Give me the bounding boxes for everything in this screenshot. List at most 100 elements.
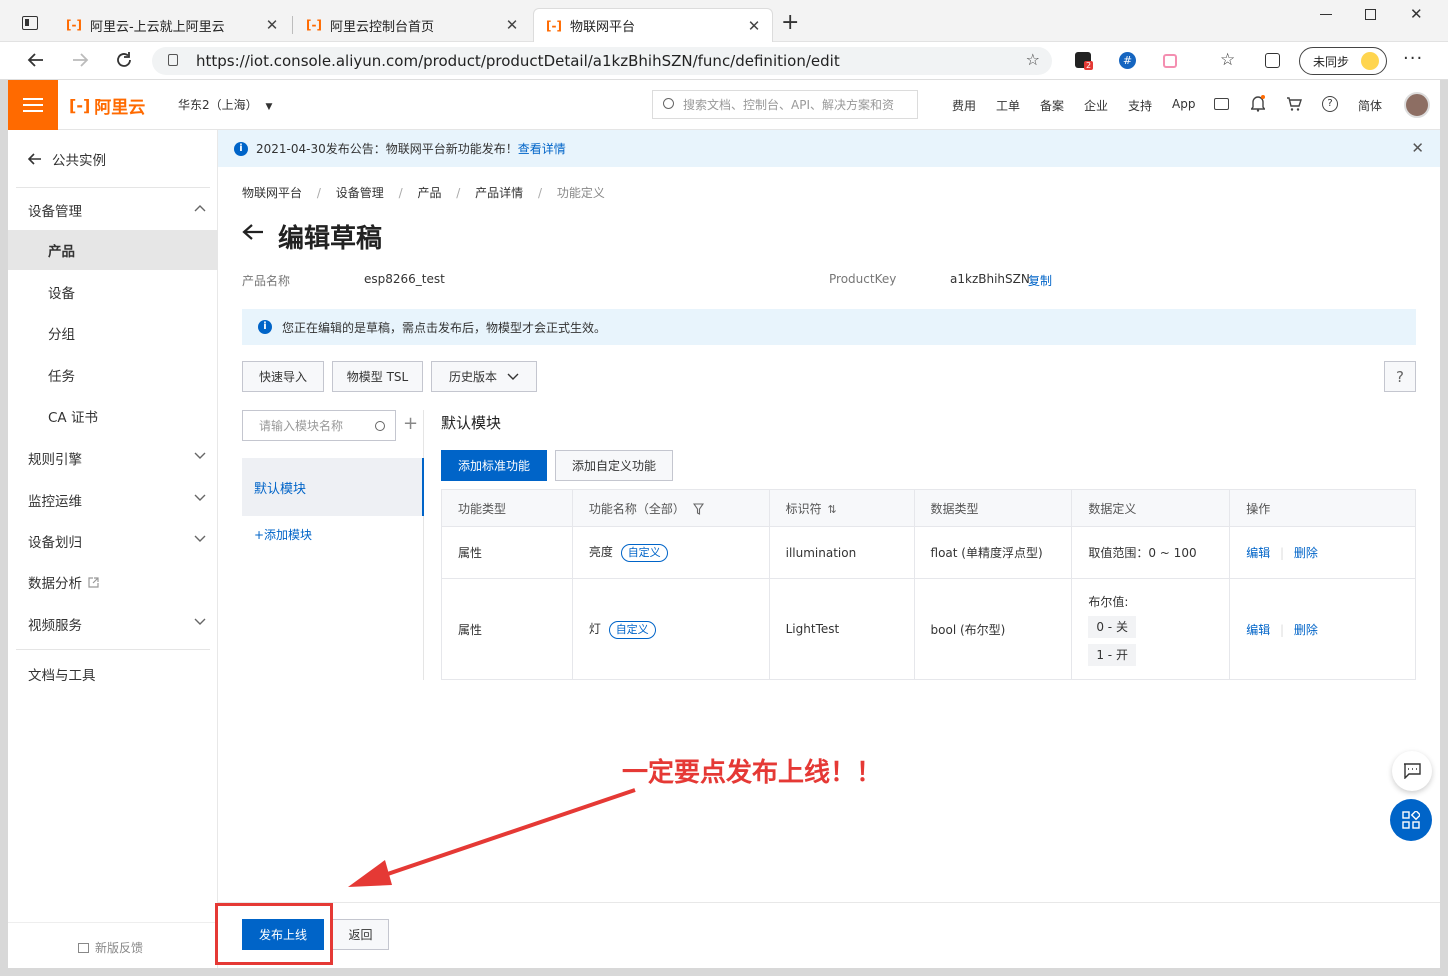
tab-title: 阿里云控制台首页	[329, 19, 434, 35]
window-close-icon[interactable]: ✕	[1410, 5, 1423, 23]
brand-name: 阿里云	[94, 98, 146, 118]
sync-button[interactable]: 未同步	[1299, 47, 1387, 75]
pink-extension-icon[interactable]	[1163, 54, 1177, 68]
announcement-link[interactable]: 查看详情	[518, 140, 566, 157]
cell-name: 亮度 自定义	[571, 526, 770, 579]
browser-tab-3-active[interactable]: [-] 物联网平台 ✕	[533, 8, 773, 42]
edit-link[interactable]: 编辑	[1246, 623, 1270, 637]
add-module-link[interactable]: +添加模块	[254, 526, 312, 543]
help-icon[interactable]: ?	[1322, 96, 1338, 112]
breadcrumb-item[interactable]: 产品	[417, 186, 441, 200]
tab-title: 阿里云-上云就上阿里云	[89, 19, 225, 35]
history-version-dropdown[interactable]: 历史版本	[431, 361, 537, 392]
product-key-value: a1kzBhihSZN	[950, 272, 1030, 286]
cloud-shell-icon[interactable]	[1214, 98, 1229, 110]
sidebar-item-ca-cert[interactable]: CA 证书	[8, 396, 218, 436]
quick-import-button[interactable]: 快速导入	[242, 361, 324, 392]
back-icon[interactable]	[26, 50, 46, 70]
chat-float-button[interactable]	[1392, 751, 1432, 791]
sidebar-item-task[interactable]: 任务	[8, 355, 218, 395]
user-avatar[interactable]	[1404, 92, 1430, 118]
return-button[interactable]: 返回	[332, 919, 389, 950]
breadcrumb-item[interactable]: 产品详情	[475, 186, 523, 200]
extension-icon[interactable]: 2	[1075, 52, 1094, 70]
minimize-icon[interactable]	[1320, 14, 1332, 15]
edit-link[interactable]: 编辑	[1246, 546, 1270, 560]
sidebar-item-docs-tools[interactable]: 文档与工具	[8, 654, 218, 694]
tsl-button[interactable]: 物模型 TSL	[332, 361, 423, 392]
sidebar-item-group[interactable]: 分组	[8, 313, 218, 353]
sidebar-item-monitoring[interactable]: 监控运维	[8, 480, 218, 520]
more-icon[interactable]: ···	[1403, 48, 1423, 69]
info-icon: i	[258, 320, 272, 334]
browser-tab-1[interactable]: [-] 阿里云-上云就上阿里云 ✕	[54, 8, 290, 42]
browser-tab-2[interactable]: [-] 阿里云控制台首页 ✕	[294, 8, 530, 42]
close-icon[interactable]: ✕	[504, 16, 520, 34]
browser-toolbar: https://iot.console.aliyun.com/product/p…	[0, 42, 1448, 80]
close-icon[interactable]: ✕	[264, 16, 280, 34]
favorites-icon[interactable]: ☆	[1220, 50, 1235, 70]
help-button[interactable]: ?	[1384, 361, 1416, 392]
feedback-label: 新版反馈	[95, 941, 144, 955]
sidebar-item-device[interactable]: 设备	[8, 272, 218, 312]
module-search-placeholder: 请输入模块名称	[259, 419, 344, 433]
sidebar-item-video-service[interactable]: 视频服务	[8, 604, 218, 644]
add-standard-function-button[interactable]: 添加标准功能	[441, 450, 547, 481]
refresh-icon[interactable]	[114, 50, 134, 70]
console-search-input[interactable]: 搜索文档、控制台、API、解决方案和资	[652, 90, 918, 119]
close-icon[interactable]: ✕	[746, 17, 762, 35]
aliyun-logo[interactable]: [-] 阿里云	[69, 93, 145, 118]
sort-icon[interactable]: ⇅	[827, 503, 836, 516]
sidebar-item-label: 文档与工具	[28, 668, 96, 684]
module-search-input[interactable]: 请输入模块名称	[242, 410, 396, 441]
add-module-icon[interactable]: +	[403, 413, 418, 434]
nav-billing[interactable]: 费用	[952, 97, 976, 114]
cell-data-type: float (单精度浮点型)	[913, 526, 1073, 579]
nav-filing[interactable]: 备案	[1040, 97, 1064, 114]
table-row: 属性 灯 自定义 LightTest bool (布尔型) 布尔值: 0 - 关…	[441, 578, 1416, 680]
maximize-icon[interactable]	[1365, 9, 1376, 20]
hash-extension-icon[interactable]: #	[1119, 52, 1136, 69]
region-selector[interactable]: 华东2（上海） ▼	[178, 96, 272, 113]
nav-ticket[interactable]: 工单	[996, 97, 1020, 114]
new-tab-icon[interactable]: +	[781, 10, 799, 35]
function-name: 亮度	[588, 545, 613, 559]
url-bar[interactable]: https://iot.console.aliyun.com/product/p…	[152, 47, 1052, 75]
avatar	[1361, 52, 1379, 70]
copy-link[interactable]: 复制	[1028, 272, 1052, 289]
menu-icon[interactable]	[8, 80, 58, 130]
nav-app[interactable]: App	[1172, 97, 1195, 111]
module-item-default[interactable]: 默认模块	[242, 458, 424, 516]
column-header-name-filter[interactable]: 功能名称（全部）	[571, 489, 770, 527]
delete-link[interactable]: 删除	[1294, 546, 1318, 560]
forward-icon[interactable]	[70, 50, 90, 70]
breadcrumb-item[interactable]: 设备管理	[336, 186, 384, 200]
close-icon[interactable]: ✕	[1411, 139, 1424, 157]
sidebar-back-public-instance[interactable]: 公共实例	[8, 139, 218, 179]
breadcrumb-item[interactable]: 物联网平台	[242, 186, 302, 200]
sidebar-item-rule-engine[interactable]: 规则引擎	[8, 438, 218, 478]
nav-enterprise[interactable]: 企业	[1084, 97, 1108, 114]
language-switch[interactable]: 简体	[1358, 97, 1382, 114]
collections-icon[interactable]	[1265, 53, 1280, 68]
feedback-icon	[78, 942, 89, 953]
bell-icon[interactable]	[1251, 94, 1265, 112]
sidebar-item-product[interactable]: 产品	[8, 230, 218, 270]
sidebar-item-data-analysis[interactable]: 数据分析	[8, 562, 218, 602]
filter-icon[interactable]	[692, 502, 704, 515]
add-custom-function-button[interactable]: 添加自定义功能	[555, 450, 673, 481]
apps-float-button[interactable]	[1390, 799, 1432, 841]
sidebar-item-device-assignment[interactable]: 设备划归	[8, 521, 218, 561]
feedback-button[interactable]: 新版反馈	[78, 939, 143, 956]
cell-actions: 编辑 | 删除	[1229, 578, 1416, 680]
page-back-button[interactable]	[242, 223, 264, 241]
sidebar-group-device-management[interactable]: 设备管理	[8, 190, 218, 230]
tab-actions-icon[interactable]	[22, 16, 38, 30]
favorite-add-icon[interactable]: ☆	[1026, 50, 1040, 69]
column-header: 操作	[1229, 489, 1416, 527]
custom-tag: 自定义	[608, 620, 656, 639]
delete-link[interactable]: 删除	[1294, 623, 1318, 637]
column-header-identifier-sort[interactable]: 标识符 ⇅	[768, 489, 915, 527]
nav-support[interactable]: 支持	[1128, 97, 1152, 114]
cart-icon[interactable]	[1286, 96, 1302, 112]
